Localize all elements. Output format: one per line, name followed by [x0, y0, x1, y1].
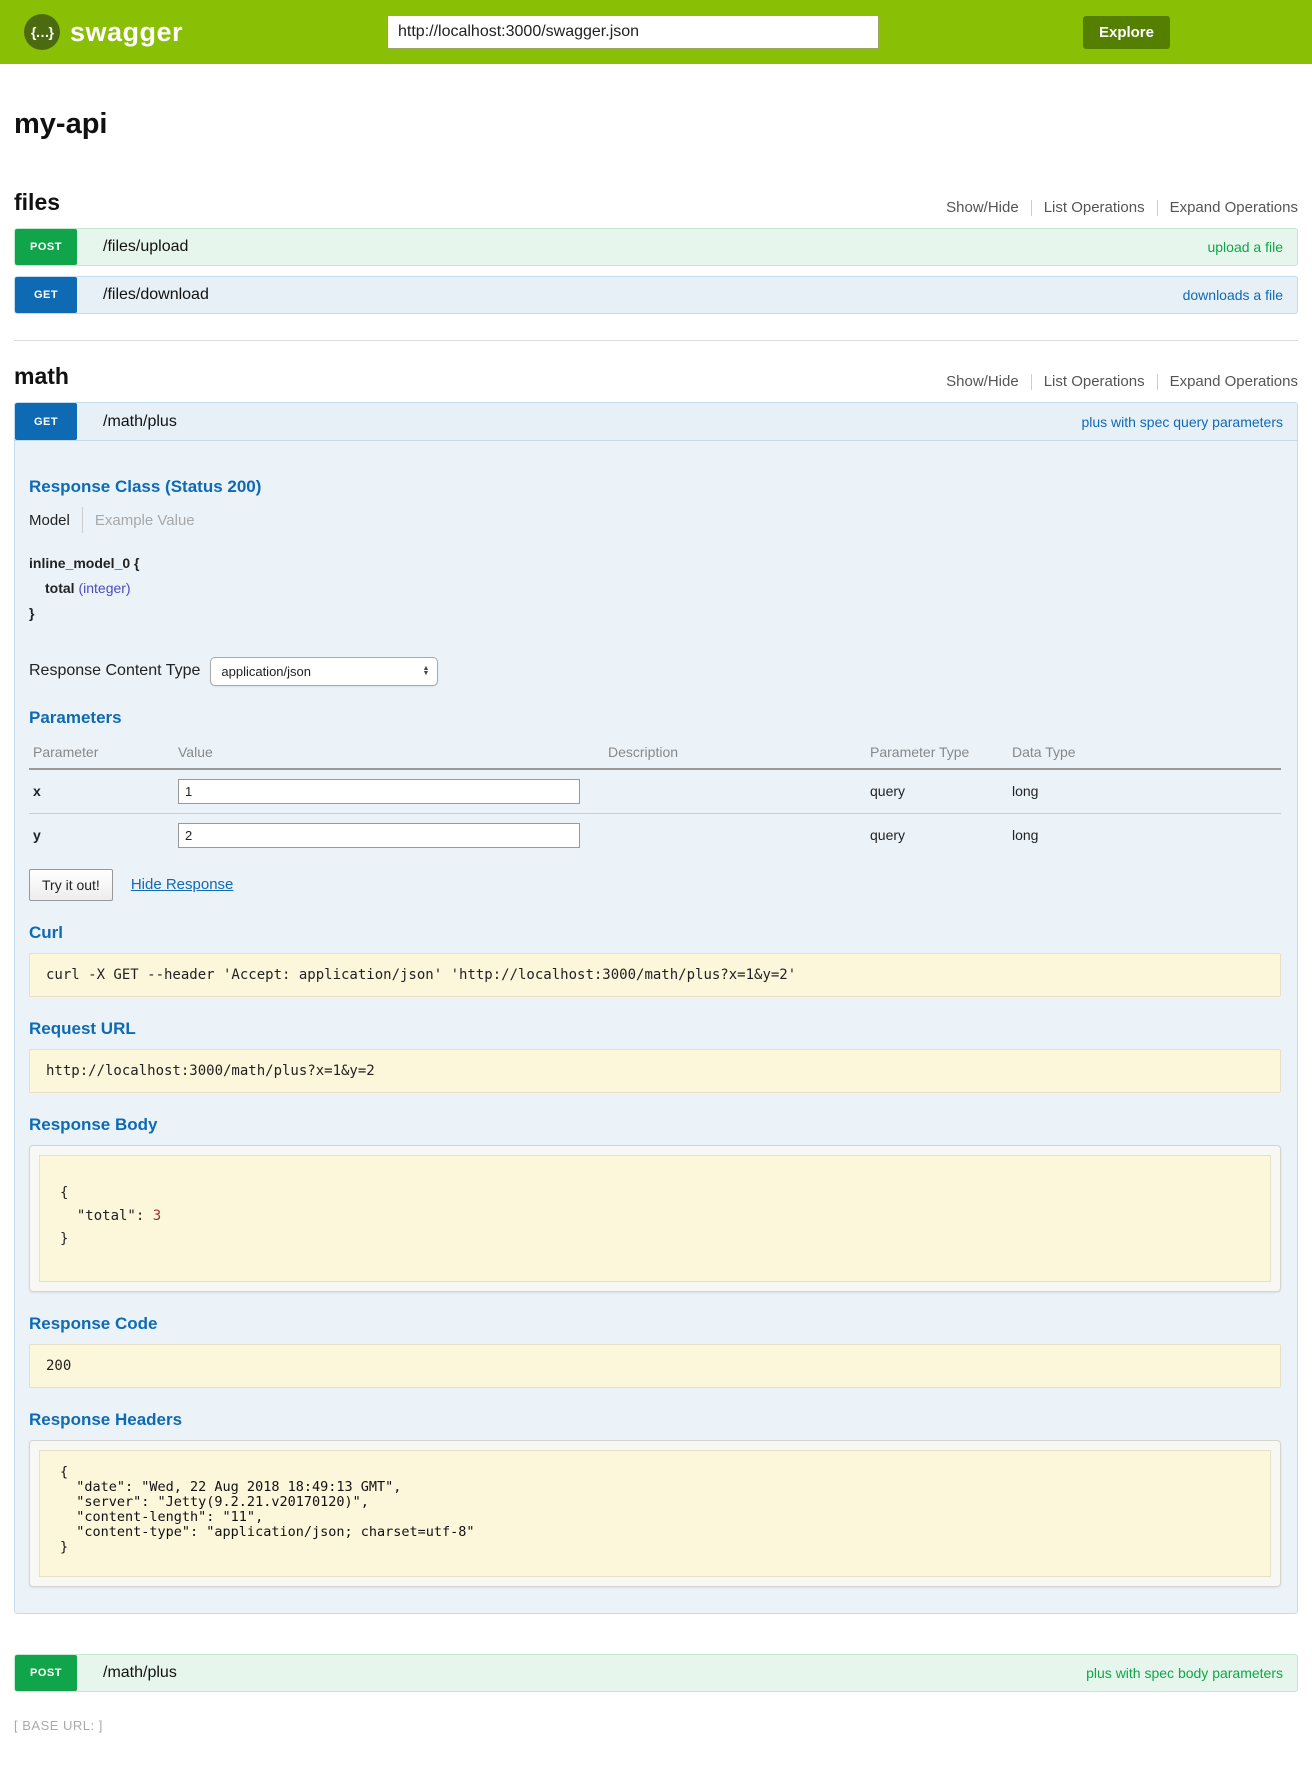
- model-open: inline_model_0 {: [29, 551, 1281, 576]
- files-show-hide-link[interactable]: Show/Hide: [946, 199, 1019, 216]
- param-row-y: y query long: [29, 813, 1281, 857]
- tab-example-value[interactable]: Example Value: [95, 512, 195, 529]
- param-value-input-y[interactable]: [178, 823, 580, 848]
- endpoint-row-files-download[interactable]: GET /files/download downloads a file: [14, 276, 1298, 314]
- method-badge-post: POST: [15, 229, 77, 265]
- math-section-links: Show/Hide List Operations Expand Operati…: [946, 373, 1298, 390]
- section-title-files: files: [14, 189, 60, 216]
- response-headers-json: { "date": "Wed, 22 Aug 2018 18:49:13 GMT…: [39, 1450, 1271, 1577]
- param-data-type-x: long: [1008, 769, 1281, 814]
- param-description-y: [604, 813, 866, 857]
- param-name-y: y: [29, 813, 174, 857]
- endpoint-summary-files-upload[interactable]: upload a file: [1207, 229, 1283, 265]
- response-content-type-value: application/json: [221, 664, 311, 679]
- endpoint-path-post-math-plus[interactable]: /math/plus: [103, 1655, 1086, 1691]
- endpoint-summary-post-math-plus[interactable]: plus with spec body parameters: [1086, 1655, 1283, 1691]
- request-url-heading: Request URL: [29, 1019, 1281, 1039]
- endpoint-path-files-upload[interactable]: /files/upload: [103, 229, 1207, 265]
- base-url-label: [ BASE URL: ]: [14, 1718, 103, 1733]
- page-footer: [ BASE URL: ]: [14, 1718, 1298, 1733]
- link-divider: [1157, 374, 1158, 390]
- col-header-description: Description: [604, 738, 866, 769]
- param-row-x: x query long: [29, 769, 1281, 814]
- swagger-logo-icon: {…}: [24, 14, 60, 50]
- section-divider: [14, 340, 1298, 341]
- files-section-links: Show/Hide List Operations Expand Operati…: [946, 199, 1298, 216]
- param-type-y: query: [866, 813, 1008, 857]
- param-name-x: x: [29, 769, 174, 814]
- json-number-value: 3: [153, 1208, 161, 1224]
- endpoint-summary-files-download[interactable]: downloads a file: [1183, 277, 1283, 313]
- swagger-brand[interactable]: {…} swagger: [24, 14, 183, 50]
- json-suffix: }: [60, 1231, 68, 1247]
- link-divider: [1031, 374, 1032, 390]
- files-section: files Show/Hide List Operations Expand O…: [14, 189, 1298, 314]
- method-badge-post: POST: [15, 1655, 77, 1691]
- math-expand-operations-link[interactable]: Expand Operations: [1170, 373, 1298, 390]
- json-prefix: { "total":: [60, 1185, 153, 1224]
- method-badge-get: GET: [15, 277, 77, 313]
- math-section: math Show/Hide List Operations Expand Op…: [14, 363, 1298, 1692]
- col-header-parameter: Parameter: [29, 738, 174, 769]
- math-list-operations-link[interactable]: List Operations: [1044, 373, 1145, 390]
- endpoint-row-get-math-plus[interactable]: GET /math/plus plus with spec query para…: [15, 403, 1297, 441]
- section-title-math: math: [14, 363, 69, 390]
- response-body-json: { "total": 3 }: [39, 1155, 1271, 1282]
- col-header-parameter-type: Parameter Type: [866, 738, 1008, 769]
- col-header-value: Value: [174, 738, 604, 769]
- top-header: {…} swagger Explore: [0, 0, 1312, 64]
- model-signature: inline_model_0 { total (integer) }: [29, 551, 1281, 627]
- math-show-hide-link[interactable]: Show/Hide: [946, 373, 1019, 390]
- response-headers-container: { "date": "Wed, 22 Aug 2018 18:49:13 GMT…: [29, 1440, 1281, 1587]
- param-type-x: query: [866, 769, 1008, 814]
- spec-url-input[interactable]: [387, 15, 879, 49]
- endpoint-summary-get-math-plus[interactable]: plus with spec query parameters: [1081, 403, 1283, 440]
- url-input-wrap: [183, 15, 1083, 49]
- param-value-input-x[interactable]: [178, 779, 580, 804]
- response-content-type-select[interactable]: application/json ▲▼: [210, 657, 438, 686]
- parameters-table: Parameter Value Description Parameter Ty…: [29, 738, 1281, 857]
- parameters-heading: Parameters: [29, 708, 1281, 728]
- param-description-x: [604, 769, 866, 814]
- hide-response-link[interactable]: Hide Response: [131, 876, 234, 893]
- response-body-container: { "total": 3 }: [29, 1145, 1281, 1292]
- operation-content: Response Class (Status 200) Model Exampl…: [15, 441, 1297, 1613]
- select-arrows-icon: ▲▼: [422, 666, 429, 676]
- method-badge-get: GET: [15, 403, 77, 440]
- tab-model[interactable]: Model: [29, 512, 70, 529]
- operation-block-get-math-plus: GET /math/plus plus with spec query para…: [14, 402, 1298, 1614]
- endpoint-row-post-math-plus[interactable]: POST /math/plus plus with spec body para…: [14, 1654, 1298, 1692]
- explore-button[interactable]: Explore: [1083, 16, 1170, 49]
- model-tabs: Model Example Value: [29, 507, 1281, 533]
- endpoint-row-files-upload[interactable]: POST /files/upload upload a file: [14, 228, 1298, 266]
- model-prop-type: (integer): [78, 580, 130, 596]
- response-code-heading: Response Code: [29, 1314, 1281, 1334]
- response-content-type-label: Response Content Type: [29, 662, 200, 680]
- response-body-heading: Response Body: [29, 1115, 1281, 1135]
- page-title: my-api: [14, 108, 1298, 141]
- response-code-value: 200: [29, 1344, 1281, 1388]
- response-headers-heading: Response Headers: [29, 1410, 1281, 1430]
- files-expand-operations-link[interactable]: Expand Operations: [1170, 199, 1298, 216]
- col-header-data-type: Data Type: [1008, 738, 1281, 769]
- curl-command: curl -X GET --header 'Accept: applicatio…: [29, 953, 1281, 997]
- model-prop-name: total: [45, 580, 75, 596]
- response-class-heading: Response Class (Status 200): [29, 477, 1281, 497]
- endpoint-path-get-math-plus[interactable]: /math/plus: [103, 403, 1081, 440]
- curl-heading: Curl: [29, 923, 1281, 943]
- brand-name: swagger: [70, 17, 183, 48]
- files-list-operations-link[interactable]: List Operations: [1044, 199, 1145, 216]
- link-divider: [1031, 200, 1032, 216]
- request-url-value: http://localhost:3000/math/plus?x=1&y=2: [29, 1049, 1281, 1093]
- endpoint-path-files-download[interactable]: /files/download: [103, 277, 1183, 313]
- param-data-type-y: long: [1008, 813, 1281, 857]
- main-content: my-api files Show/Hide List Operations E…: [14, 108, 1298, 1733]
- link-divider: [1157, 200, 1158, 216]
- try-it-out-button[interactable]: Try it out!: [29, 869, 113, 901]
- tab-divider: [82, 507, 83, 533]
- model-close: }: [29, 601, 1281, 626]
